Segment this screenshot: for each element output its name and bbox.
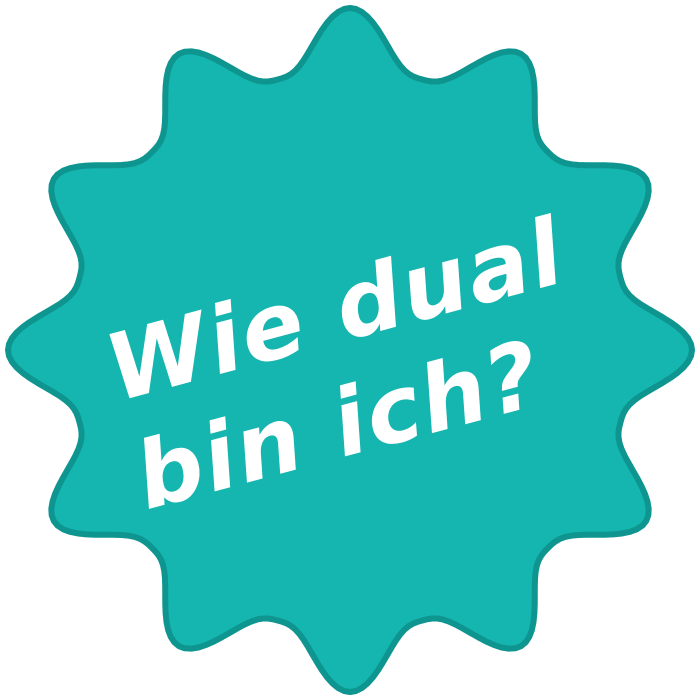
starburst-badge: Wie dual bin ich? [0, 0, 700, 700]
